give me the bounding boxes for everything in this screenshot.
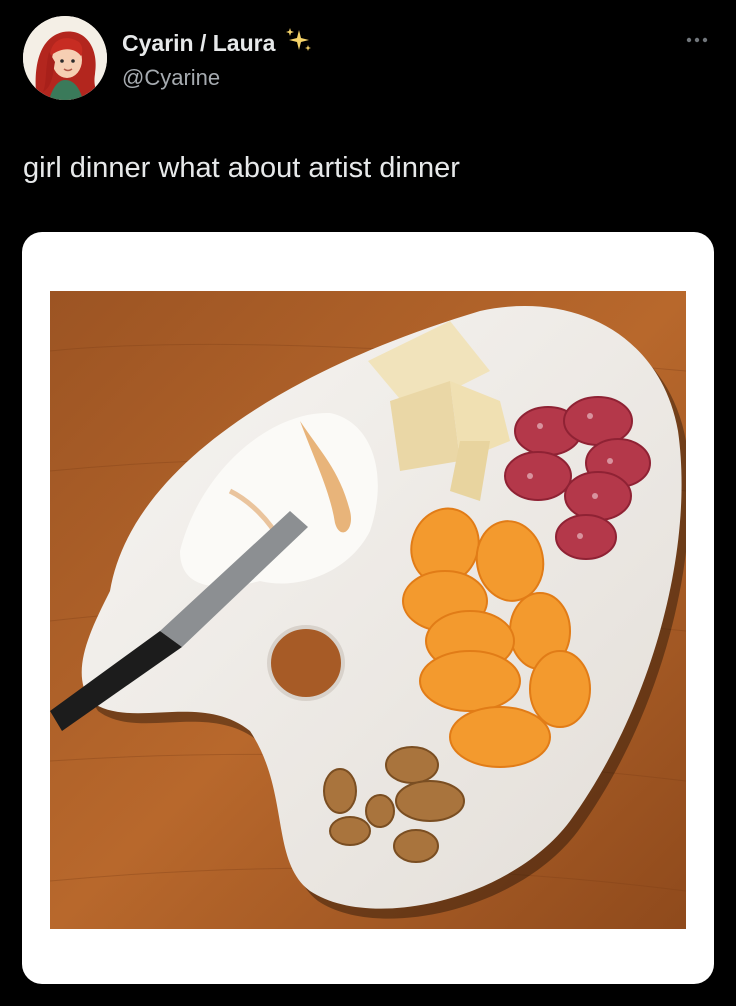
- author-display-name[interactable]: Cyarin / Laura: [122, 29, 275, 57]
- sparkles-icon: [283, 26, 313, 60]
- author-handle[interactable]: @Cyarine: [122, 64, 313, 92]
- tweet-text: girl dinner what about artist dinner: [23, 152, 460, 184]
- tweet-photo[interactable]: [50, 291, 686, 929]
- tweet-header: Cyarin / Laura @Cyarine: [0, 0, 736, 120]
- author-names: Cyarin / Laura @Cyarine: [122, 26, 313, 92]
- author-name-row[interactable]: Cyarin / Laura: [122, 26, 313, 60]
- avatar[interactable]: [23, 16, 107, 100]
- avatar-image: [23, 16, 107, 100]
- tweet-media[interactable]: [22, 232, 714, 984]
- more-options-icon[interactable]: [682, 30, 712, 50]
